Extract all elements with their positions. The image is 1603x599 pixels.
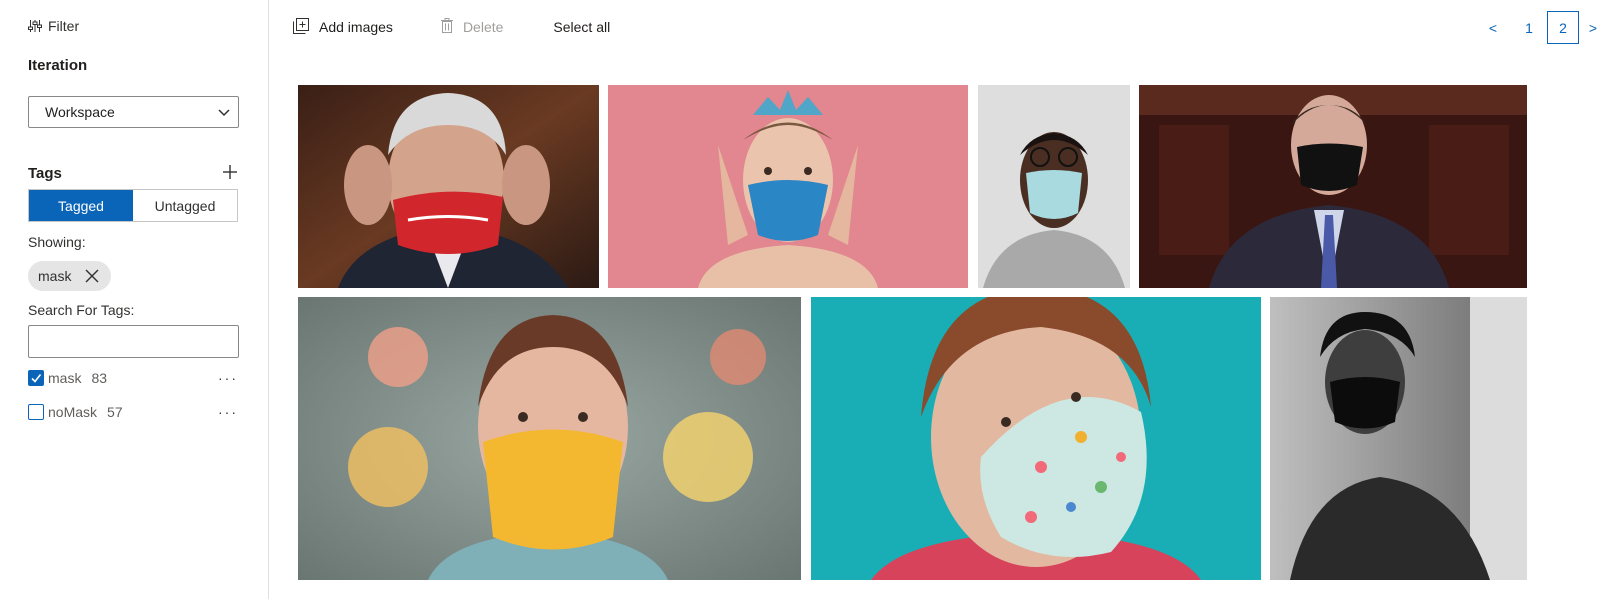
chevron-down-icon	[218, 104, 230, 120]
gallery-image[interactable]	[298, 297, 801, 580]
iteration-select[interactable]: Workspace	[28, 96, 239, 128]
tagged-untagged-toggle: Tagged Untagged	[28, 189, 238, 222]
search-tags-input[interactable]	[28, 325, 239, 358]
search-tags-label: Search For Tags:	[28, 302, 135, 318]
tag-checkbox-nomask[interactable]	[28, 404, 44, 420]
tags-header: Tags	[28, 164, 238, 183]
tags-title: Tags	[28, 165, 62, 182]
iteration-select-value: Workspace	[45, 104, 115, 120]
filter-icon	[28, 19, 42, 33]
check-icon	[31, 374, 42, 383]
more-options-icon[interactable]: ···	[218, 370, 238, 386]
more-options-icon[interactable]: ···	[218, 404, 238, 420]
filter-button[interactable]: Filter	[28, 18, 79, 34]
gallery-image[interactable]	[1139, 85, 1527, 288]
tag-name: noMask	[48, 404, 98, 420]
filter-chip: mask	[28, 261, 112, 291]
page-2-button[interactable]: 2	[1547, 11, 1579, 44]
plus-icon	[222, 164, 238, 183]
gallery-image[interactable]	[298, 85, 599, 288]
page-1-button[interactable]: 1	[1513, 11, 1545, 44]
add-images-label: Add images	[319, 19, 393, 35]
pagination: < 1 2 >	[1483, 11, 1603, 44]
add-images-button[interactable]: Add images	[293, 17, 393, 37]
gallery-image[interactable]	[1270, 297, 1527, 580]
delete-button[interactable]: Delete	[440, 17, 504, 37]
sidebar: Filter Iteration Workspace Tags Tagged U…	[0, 0, 269, 599]
gallery-image[interactable]	[811, 297, 1261, 580]
tag-item-nomask: noMask 57 ···	[28, 402, 238, 422]
gallery-image[interactable]	[608, 85, 968, 288]
showing-label: Showing:	[28, 234, 86, 250]
add-image-icon	[293, 17, 309, 37]
delete-label: Delete	[462, 19, 504, 35]
toolbar: Add images Delete Select all	[293, 17, 658, 37]
tag-checkbox-mask[interactable]	[28, 370, 44, 386]
gallery-image[interactable]	[978, 85, 1130, 288]
filter-label: Filter	[48, 18, 80, 34]
next-page-button[interactable]: >	[1583, 11, 1603, 44]
select-all-label: Select all	[553, 19, 611, 35]
tab-untagged[interactable]: Untagged	[133, 190, 237, 221]
prev-page-button[interactable]: <	[1483, 11, 1503, 44]
tag-count: 83	[91, 370, 108, 386]
tag-name: mask	[48, 370, 82, 386]
close-icon[interactable]	[85, 269, 99, 283]
filter-chip-label: mask	[38, 268, 72, 284]
iteration-title: Iteration	[28, 57, 88, 74]
tag-item-mask: mask 83 ···	[28, 368, 238, 388]
add-tag-button[interactable]	[222, 164, 238, 183]
trash-icon	[440, 18, 453, 36]
tag-count: 57	[107, 404, 123, 420]
tab-tagged[interactable]: Tagged	[29, 190, 133, 221]
select-all-button[interactable]: Select all	[553, 17, 610, 37]
